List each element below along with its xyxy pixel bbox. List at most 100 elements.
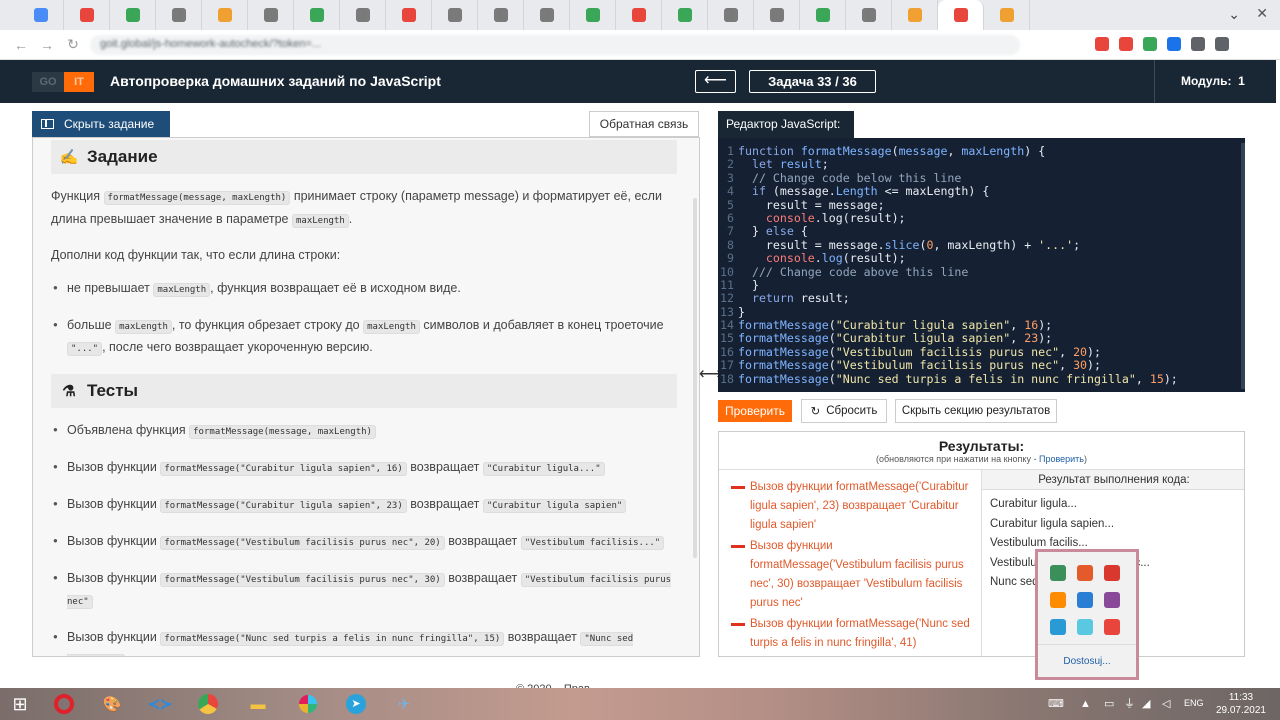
list-item: больше maxLength, то функция обрезает ст… [51,315,677,359]
extension-icon[interactable] [1119,37,1133,51]
telegram-icon[interactable]: ➤ [344,692,368,716]
language-indicator[interactable]: ENG [1184,698,1204,708]
task-instruction: Дополни код функции так, что если длина … [51,248,341,262]
line-number: 17 [720,358,734,373]
text: , функция возвращает её в исходном виде. [210,281,461,295]
tray-app-icon[interactable] [1104,565,1120,581]
tray-app-icon[interactable] [1050,565,1066,581]
vscode-icon[interactable]: ≺≻ [147,692,172,716]
tray-app-icon[interactable] [1077,565,1093,581]
feedback-button[interactable]: Обратная связь [589,111,699,137]
editor-scrollbar[interactable] [1241,143,1245,389]
forward-icon[interactable]: → [34,37,60,53]
extension-icon[interactable] [1191,37,1205,51]
customize-link[interactable]: Dostosuj... [1038,644,1136,667]
tray-expand-icon[interactable]: ▲ [1080,698,1092,710]
volume-icon[interactable]: ◁ [1162,698,1174,710]
tab-list-chevron-icon[interactable]: ⌄ [1228,6,1240,23]
editor-tab[interactable]: Редактор JavaScript: [718,111,854,138]
browser-tab[interactable] [64,0,110,30]
test-item: Вызов функции formatMessage("Curabitur l… [51,457,677,479]
inline-code: formatMessage("Vestibulum facilisis puru… [160,573,445,587]
line-number: 11 [720,277,734,292]
slack-icon[interactable] [296,692,320,716]
extension-icon[interactable] [1143,37,1157,51]
keyboard-icon[interactable]: ⌨ [1048,698,1064,710]
tray-app-icon[interactable] [1104,592,1120,608]
test-item: Объявлена функция formatMessage(message,… [51,420,677,442]
hide-results-button[interactable]: Скрыть секцию результатов [895,399,1057,423]
opera-icon[interactable] [52,692,76,716]
line-number: 13 [720,304,734,319]
browser-tab[interactable] [18,0,64,30]
text: символов и добавляет в конец троеточие [423,318,664,332]
check-button[interactable]: Проверить [718,400,792,422]
tray-app-icon[interactable]: ▭ [1104,698,1116,710]
tray-app-icon[interactable] [1104,619,1120,635]
failed-tests-list: Вызов функции formatMessage('Curabitur l… [719,469,982,656]
panel-toggle-icon [41,119,54,129]
hide-task-label: Скрыть задание [64,117,155,131]
tab-favicon-icon [677,8,692,22]
flask-icon: ⚗ [62,383,76,400]
hide-task-button[interactable]: Скрыть задание [32,111,170,137]
goit-logo[interactable]: GO IT [32,72,94,92]
reload-icon[interactable]: ↻ [60,36,86,53]
tray-app-icon[interactable] [1050,592,1066,608]
fail-marker-icon [731,545,745,548]
failed-test: Вызов функции formatMessage('Vestibulum … [731,537,971,613]
tray-app-icon[interactable] [1077,619,1093,635]
text: Вызов функции [67,534,157,548]
url-input[interactable]: goit.global/js-homework-autocheck/?token… [90,35,1020,55]
windows-start-icon[interactable]: ⊞ [8,692,32,716]
browser-tab[interactable] [708,0,754,30]
browser-tab[interactable] [846,0,892,30]
tab-favicon-icon [355,8,370,22]
tab-favicon-icon [631,8,646,22]
browser-tab[interactable] [524,0,570,30]
clock[interactable]: 11:33 29.07.2021 [1216,691,1266,717]
code-editor[interactable]: 1 function formatMessage(message, maxLeng… [718,138,1245,392]
app-icon[interactable]: ✈ [392,692,416,716]
tab-favicon-icon [217,8,232,22]
browser-tab[interactable] [340,0,386,30]
browser-tab[interactable] [754,0,800,30]
chrome-icon[interactable] [196,692,220,716]
line-number: 9 [727,251,734,266]
window-close-icon[interactable]: ✕ [1256,5,1268,22]
browser-tab[interactable] [892,0,938,30]
tray-app-icon[interactable] [1050,619,1066,635]
browser-tab[interactable] [478,0,524,30]
browser-tab[interactable] [386,0,432,30]
browser-tab[interactable] [156,0,202,30]
prev-task-button[interactable]: ⟵ [695,70,736,93]
browser-tab[interactable] [110,0,156,30]
browser-tab[interactable] [570,0,616,30]
scrollbar[interactable] [693,198,697,558]
back-icon[interactable]: ← [8,37,34,53]
tab-favicon-icon [401,8,416,22]
extension-icon[interactable] [1095,37,1109,51]
check-link[interactable]: Проверить [1039,454,1084,464]
browser-tab[interactable] [984,0,1030,30]
wifi-icon[interactable]: ◢ [1142,698,1154,710]
browser-tab[interactable] [202,0,248,30]
task-description: Функция formatMessage(message, maxLength… [51,186,677,232]
paint-icon[interactable]: 🎨 [100,692,124,716]
file-explorer-icon[interactable]: ▬ [246,692,270,716]
browser-tab[interactable] [616,0,662,30]
extension-icon[interactable] [1167,37,1181,51]
browser-tab[interactable] [800,0,846,30]
browser-tab[interactable] [248,0,294,30]
usb-icon[interactable]: ⏚ [1124,698,1136,710]
extension-icon[interactable] [1215,37,1229,51]
reset-button[interactable]: ↻ Сбросить [801,399,887,423]
tests-list: Объявлена функция formatMessage(message,… [51,420,677,656]
browser-tab[interactable] [432,0,478,30]
browser-tab[interactable] [662,0,708,30]
tray-app-icon[interactable] [1077,592,1093,608]
reset-icon: ↻ [810,406,821,418]
browser-tab[interactable] [938,0,984,30]
browser-tab[interactable] [294,0,340,30]
task-counter: Задача 33 / 36 [749,70,876,93]
